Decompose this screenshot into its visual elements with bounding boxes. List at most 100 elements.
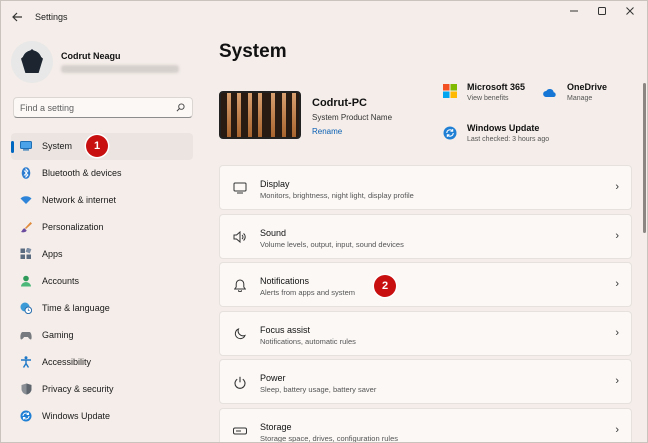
speaker-icon [232, 229, 248, 245]
windows-update-icon [443, 126, 457, 140]
card-title: Sound [260, 227, 287, 238]
microsoft-365-tile[interactable]: Microsoft 365 View benefits [443, 82, 543, 108]
profile-email-redacted [61, 65, 179, 73]
shield-icon [20, 383, 32, 395]
arrow-left-icon [11, 12, 22, 22]
update-icon [20, 410, 32, 422]
monitor-icon [20, 140, 32, 152]
back-button[interactable] [7, 9, 27, 27]
card-subtitle: Sleep, battery usage, battery saver [260, 385, 377, 395]
device-model: System Product Name [312, 113, 393, 122]
sidebar-item-bluetooth[interactable]: Bluetooth & devices [11, 160, 193, 187]
sidebar-nav: System Bluetooth & devices Network & int… [11, 133, 193, 430]
search-icon [176, 103, 185, 112]
service-subtitle: Manage [567, 95, 593, 102]
chevron-right-icon: › [615, 423, 619, 436]
service-title: Windows Update [467, 123, 540, 133]
chevron-right-icon: › [615, 229, 619, 242]
card-subtitle: Monitors, brightness, night light, displ… [260, 191, 414, 200]
sidebar-item-gaming[interactable]: Gaming [11, 322, 193, 349]
display-icon [232, 180, 248, 196]
person-icon [20, 275, 32, 287]
annotation-badge-2: 2 [374, 275, 396, 297]
chevron-right-icon: › [615, 181, 619, 193]
card-focus-assist[interactable]: Focus assist Notifications, automatic ru… [219, 310, 632, 356]
sidebar-item-apps[interactable]: Apps [11, 241, 193, 268]
service-subtitle: Last checked: 3 hours ago [467, 136, 550, 143]
sidebar-item-personalization[interactable]: Personalization [11, 214, 193, 241]
bell-icon [232, 277, 248, 293]
sidebar-item-label: Gaming [42, 330, 74, 340]
minimize-button[interactable] [560, 6, 588, 20]
minimize-icon [570, 10, 578, 12]
user-profile[interactable]: Codrut Neagu [11, 41, 201, 85]
storage-icon [232, 423, 248, 439]
profile-name: Codrut Neagu [61, 51, 121, 61]
maximize-button[interactable] [588, 6, 616, 20]
device-thumbnail [219, 91, 301, 139]
power-icon [232, 374, 248, 390]
sidebar-item-label: Personalization [42, 222, 104, 232]
search-input[interactable] [20, 101, 170, 115]
chevron-right-icon: › [615, 278, 619, 291]
card-subtitle: Volume levels, output, input, sound devi… [260, 239, 404, 249]
service-title: OneDrive [567, 82, 608, 92]
scrollbar[interactable] [643, 83, 646, 233]
chevron-right-icon: › [615, 326, 619, 339]
sidebar-item-label: Privacy & security [42, 384, 114, 394]
card-title: Power [260, 373, 286, 384]
onedrive-icon [543, 88, 556, 97]
card-title: Display [260, 179, 290, 189]
wifi-icon [20, 194, 32, 206]
gamepad-icon [20, 329, 32, 341]
moon-icon [232, 326, 248, 342]
avatar [11, 41, 53, 83]
title-bar: Settings [1, 1, 647, 35]
accessibility-icon [20, 356, 32, 368]
card-subtitle: Notifications, automatic rules [260, 336, 356, 346]
sidebar-item-label: Accounts [42, 276, 80, 286]
bluetooth-icon [20, 167, 32, 179]
globe-clock-icon [20, 302, 32, 314]
onedrive-tile[interactable]: OneDrive Manage [543, 82, 633, 108]
chevron-right-icon: › [615, 375, 619, 388]
sidebar-item-accounts[interactable]: Accounts [11, 268, 193, 295]
rename-link[interactable]: Rename [312, 127, 342, 136]
sidebar-item-label: Bluetooth & devices [42, 168, 122, 178]
search-box[interactable] [13, 97, 193, 118]
apps-icon [20, 248, 32, 260]
sidebar-item-windows-update[interactable]: Windows Update [11, 403, 193, 430]
settings-cards: Display Monitors, brightness, night ligh… [219, 165, 632, 443]
close-button[interactable] [616, 6, 644, 20]
card-title: Notifications [260, 276, 310, 287]
card-power[interactable]: Power Sleep, battery usage, battery save… [219, 359, 632, 405]
card-sound[interactable]: Sound Volume levels, output, input, soun… [219, 213, 632, 259]
maximize-icon [598, 7, 606, 15]
windows-update-tile[interactable]: Windows Update Last checked: 3 hours ago [443, 123, 573, 149]
annotation-badge-1: 1 [86, 135, 108, 157]
sidebar-item-label: System [42, 141, 73, 151]
close-icon [626, 7, 634, 15]
sidebar-item-privacy-security[interactable]: Privacy & security [11, 376, 193, 403]
card-title: Storage [260, 421, 292, 432]
sidebar-item-label: Network & internet [42, 195, 117, 205]
sidebar-item-network[interactable]: Network & internet [11, 187, 193, 214]
sidebar-item-label: Apps [42, 249, 63, 259]
sidebar-item-label: Accessibility [42, 357, 92, 367]
card-subtitle: Alerts from apps and system [260, 288, 356, 298]
card-notifications[interactable]: Notifications Alerts from apps and syste… [219, 262, 632, 308]
card-subtitle: Storage space, drives, configuration rul… [260, 433, 398, 443]
sidebar-item-time-language[interactable]: Time & language [11, 295, 193, 322]
sidebar-item-accessibility[interactable]: Accessibility [11, 349, 193, 376]
app-title: Settings [35, 12, 68, 22]
device-name: Codrut-PC [312, 97, 367, 109]
service-subtitle: View benefits [467, 95, 509, 102]
sidebar-item-label: Windows Update [42, 411, 111, 421]
card-display[interactable]: Display Monitors, brightness, night ligh… [219, 165, 632, 210]
settings-window: Settings Codrut Neagu System Bluetooth &… [0, 0, 648, 443]
service-title: Microsoft 365 [467, 82, 526, 92]
page-title: System [219, 41, 287, 62]
card-title: Focus assist [260, 324, 311, 335]
brush-icon [20, 221, 32, 233]
card-storage[interactable]: Storage Storage space, drives, configura… [219, 407, 632, 443]
